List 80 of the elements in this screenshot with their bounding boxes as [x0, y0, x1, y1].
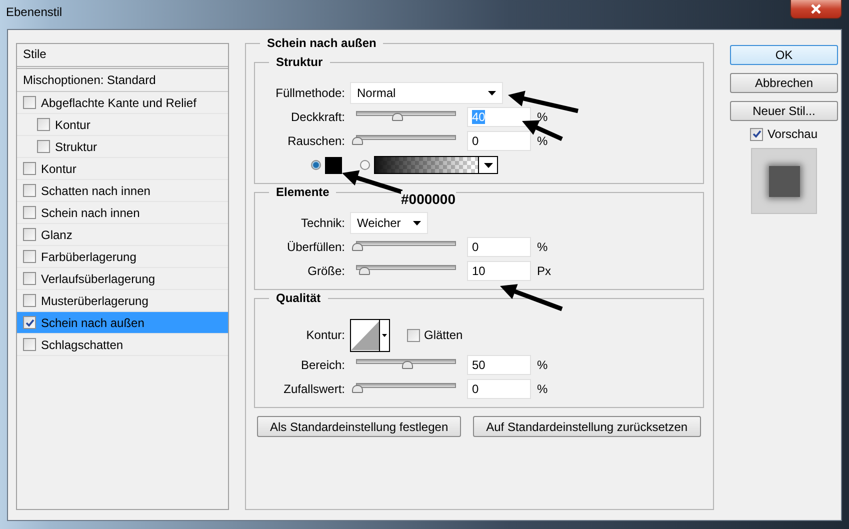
contour-picker[interactable]: [350, 318, 390, 352]
field-label: Größe:: [306, 264, 345, 278]
default-settings-button[interactable]: Auf Standardeinstellung zurücksetzen: [473, 416, 701, 437]
input-field[interactable]: 0: [467, 131, 531, 151]
checkbox[interactable]: [750, 128, 764, 140]
input-field[interactable]: 0: [467, 379, 531, 399]
checkbox[interactable]: [23, 162, 36, 175]
style-item[interactable]: Kontur: [17, 158, 228, 180]
style-item[interactable]: Schein nach innen: [17, 202, 228, 224]
style-item[interactable]: Glanz: [17, 224, 228, 246]
checkbox[interactable]: [23, 338, 36, 351]
style-item[interactable]: Farbüberlagerung: [17, 246, 228, 268]
field-label: Technik:: [300, 216, 345, 230]
style-item[interactable]: Verlaufsüberlagerung: [17, 268, 228, 290]
arrow: [508, 90, 578, 114]
checkbox[interactable]: [23, 96, 36, 109]
gradient-picker[interactable]: [374, 156, 498, 174]
field-label: Zufallswert:: [282, 382, 345, 396]
radio-button[interactable]: [311, 160, 321, 170]
unit-label: %: [537, 240, 548, 254]
checkbox[interactable]: [23, 272, 36, 285]
dialog-button[interactable]: Abbrechen: [730, 73, 838, 93]
technique-dropdown[interactable]: Weicher: [350, 212, 428, 234]
blend-mode-dropdown[interactable]: Normal: [350, 82, 503, 104]
checkbox[interactable]: [23, 206, 36, 219]
caret-icon: [413, 220, 421, 226]
style-item[interactable]: Struktur: [17, 136, 228, 158]
window-title: Ebenenstil: [6, 4, 62, 18]
style-item[interactable]: Schatten nach innen: [17, 180, 228, 202]
slider-thumb[interactable]: [352, 385, 363, 393]
input-field[interactable]: 0: [467, 237, 531, 257]
style-item[interactable]: Kontur: [17, 114, 228, 136]
slider-thumb[interactable]: [392, 113, 403, 121]
checkbox[interactable]: [23, 228, 36, 241]
style-item[interactable]: Schlagschatten: [17, 334, 228, 356]
input-field[interactable]: 10: [467, 261, 531, 281]
slider-thumb[interactable]: [352, 243, 363, 251]
unit-label: %: [537, 382, 548, 396]
section-title: Qualität: [269, 291, 328, 306]
unit-label: %: [537, 134, 548, 148]
annotation-text: #000000: [401, 191, 456, 207]
blend-options-item[interactable]: Mischoptionen: Standard: [17, 69, 228, 92]
default-settings-button[interactable]: Als Standardeinstellung festlegen: [257, 416, 462, 437]
field-label: Überfüllen:: [286, 240, 345, 254]
unit-label: Px: [537, 264, 552, 278]
unit-label: %: [537, 358, 548, 372]
dialog-button[interactable]: OK: [730, 45, 838, 65]
field-label: Füllmethode:: [274, 86, 345, 100]
slider-thumb[interactable]: [402, 361, 413, 369]
style-item[interactable]: Abgeflachte Kante und Relief: [17, 92, 228, 114]
checkbox[interactable]: [37, 118, 50, 131]
checkbox[interactable]: [23, 316, 36, 329]
caret-icon: [484, 162, 492, 168]
panel-header: Stile: [17, 44, 228, 69]
caret-icon: [488, 90, 496, 96]
close-icon: [810, 4, 822, 14]
arrow: [500, 284, 563, 312]
checkbox[interactable]: [23, 294, 36, 307]
caret-icon: [382, 334, 388, 336]
arrow: [342, 170, 403, 194]
field-label: Bereich:: [300, 358, 345, 372]
preview-thumbnail: [751, 148, 817, 214]
checkbox[interactable]: [37, 140, 50, 153]
style-item[interactable]: Schein nach außen: [17, 312, 228, 334]
checkbox-label: Vorschau: [767, 127, 818, 141]
field-label: Deckkraft:: [290, 110, 345, 124]
unit-label: %: [537, 110, 548, 124]
field-label: Kontur:: [305, 328, 345, 342]
dialog-button[interactable]: Neuer Stil...: [730, 101, 838, 121]
field-label: Rauschen:: [286, 134, 345, 148]
slider-thumb[interactable]: [352, 137, 363, 145]
close-button[interactable]: [790, 0, 842, 19]
color-swatch[interactable]: [325, 156, 342, 174]
input-field[interactable]: 50: [467, 355, 531, 375]
slider-thumb[interactable]: [359, 267, 370, 275]
checkbox[interactable]: [23, 184, 36, 197]
radio-button[interactable]: [360, 160, 370, 170]
checkbox[interactable]: [23, 250, 36, 263]
checkbox[interactable]: [407, 328, 420, 342]
checkbox-label: Glätten: [424, 328, 463, 342]
